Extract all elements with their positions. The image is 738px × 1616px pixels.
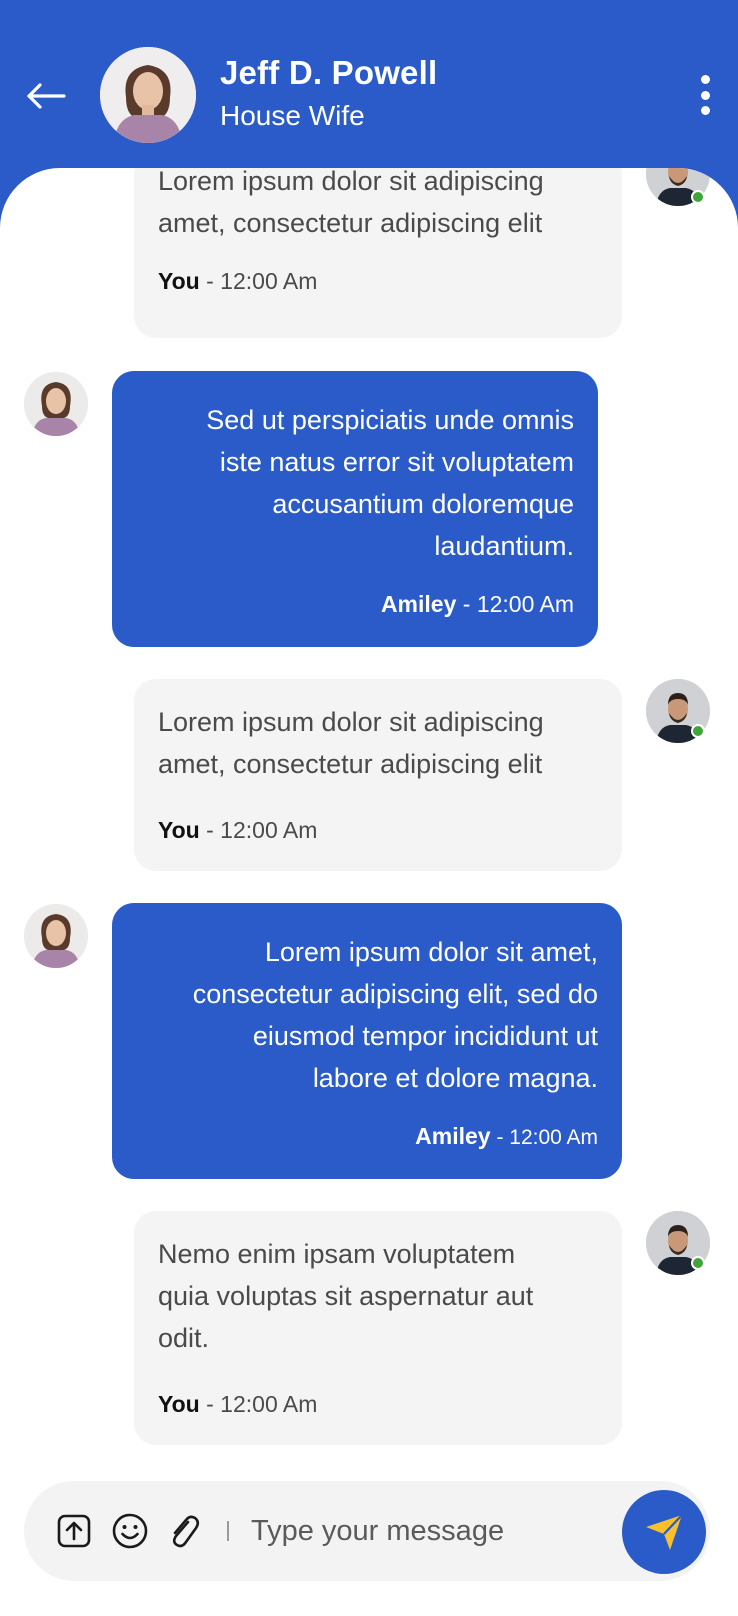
- message-time: - 12:00 Am: [496, 1126, 598, 1149]
- message-meta: You - 12:00 Am: [158, 809, 317, 851]
- message-sender: You: [158, 817, 200, 843]
- message-bubble-outgoing[interactable]: Lorem ipsum dolor sit amet, consectetur …: [112, 903, 622, 1179]
- send-icon: [646, 1514, 683, 1550]
- message-text-line: labore et dolore magna.: [312, 1063, 598, 1093]
- message-sender: You: [158, 268, 200, 294]
- message-text-line: eiusmod tempor incididunt ut: [252, 1021, 598, 1051]
- message-sender: Amiley: [415, 1123, 491, 1149]
- message-text-line: Sed ut perspiciatis unde omnis: [206, 405, 574, 435]
- message-meta: You - 12:00 Am: [158, 260, 317, 302]
- message-text-line: laudantium.: [434, 531, 574, 561]
- message-sender: You: [158, 1391, 200, 1417]
- message-text-line: accusantium doloremque: [272, 489, 574, 519]
- message-text-line: Lorem ipsum dolor sit adipiscing: [158, 168, 544, 196]
- more-vertical-icon: [700, 90, 710, 100]
- message-list[interactable]: Lorem ipsum dolor sit adipiscing amet, c…: [0, 168, 738, 1616]
- message-text-line: quia voluptas sit aspernatur aut: [158, 1281, 534, 1311]
- more-options-button[interactable]: [690, 70, 720, 120]
- message-text-line: Lorem ipsum dolor sit amet,: [264, 937, 598, 967]
- emoji-icon: [112, 1513, 148, 1549]
- send-button[interactable]: [622, 1490, 706, 1574]
- composer-divider: [227, 1521, 229, 1541]
- message-sender: Amiley: [380, 591, 457, 617]
- emoji-button[interactable]: [110, 1511, 150, 1551]
- contact-status: House Wife: [220, 100, 365, 131]
- message-time: - 12:00 Am: [206, 1391, 318, 1417]
- message-meta: Amiley - 12:00 Am: [381, 583, 574, 625]
- message-text-line: consectetur adipiscing elit, sed do: [192, 979, 598, 1009]
- upload-icon: [57, 1514, 91, 1548]
- message-bubble-incoming[interactable]: Lorem ipsum dolor sit adipiscing amet, c…: [134, 679, 622, 871]
- message-bubble-incoming[interactable]: Nemo enim ipsam voluptatem quia voluptas…: [134, 1211, 622, 1445]
- online-indicator: [691, 190, 705, 204]
- attach-button[interactable]: [164, 1511, 204, 1551]
- message-input[interactable]: [251, 1505, 611, 1557]
- message-text-line: iste natus error sit voluptatem: [219, 447, 574, 477]
- message-bubble-outgoing[interactable]: Sed ut perspiciatis unde omnis iste natu…: [112, 371, 598, 647]
- online-indicator: [691, 1256, 705, 1270]
- message-composer: [24, 1481, 710, 1581]
- message-text-line: odit.: [158, 1323, 210, 1353]
- online-indicator: [691, 724, 705, 738]
- message-time: - 12:00 Am: [462, 591, 574, 617]
- message-time: - 12:00 Am: [206, 817, 318, 843]
- back-button[interactable]: [22, 72, 70, 120]
- more-vertical-icon: [700, 75, 710, 84]
- contact-avatar-small: [24, 372, 88, 436]
- message-meta: Amiley - 12:00 Am: [415, 1115, 598, 1159]
- message-meta: You - 12:00 Am: [158, 1383, 317, 1425]
- message-time: - 12:00 Am: [206, 268, 318, 294]
- message-text-line: amet, consectetur adipiscing elit: [158, 749, 543, 779]
- more-vertical-icon: [700, 106, 710, 115]
- contact-name: Jeff D. Powell: [220, 54, 438, 91]
- message-text-line: amet, consectetur adipiscing elit: [158, 208, 543, 238]
- message-bubble-incoming[interactable]: Lorem ipsum dolor sit adipiscing amet, c…: [134, 168, 622, 338]
- paperclip-icon: [172, 1515, 200, 1548]
- message-text-line: Nemo enim ipsam voluptatem: [158, 1239, 516, 1269]
- message-text-line: Lorem ipsum dolor sit adipiscing: [158, 707, 544, 737]
- contact-avatar-small: [24, 904, 88, 968]
- contact-avatar[interactable]: [100, 47, 196, 143]
- upload-button[interactable]: [54, 1511, 94, 1551]
- arrow-left-icon: [27, 83, 66, 109]
